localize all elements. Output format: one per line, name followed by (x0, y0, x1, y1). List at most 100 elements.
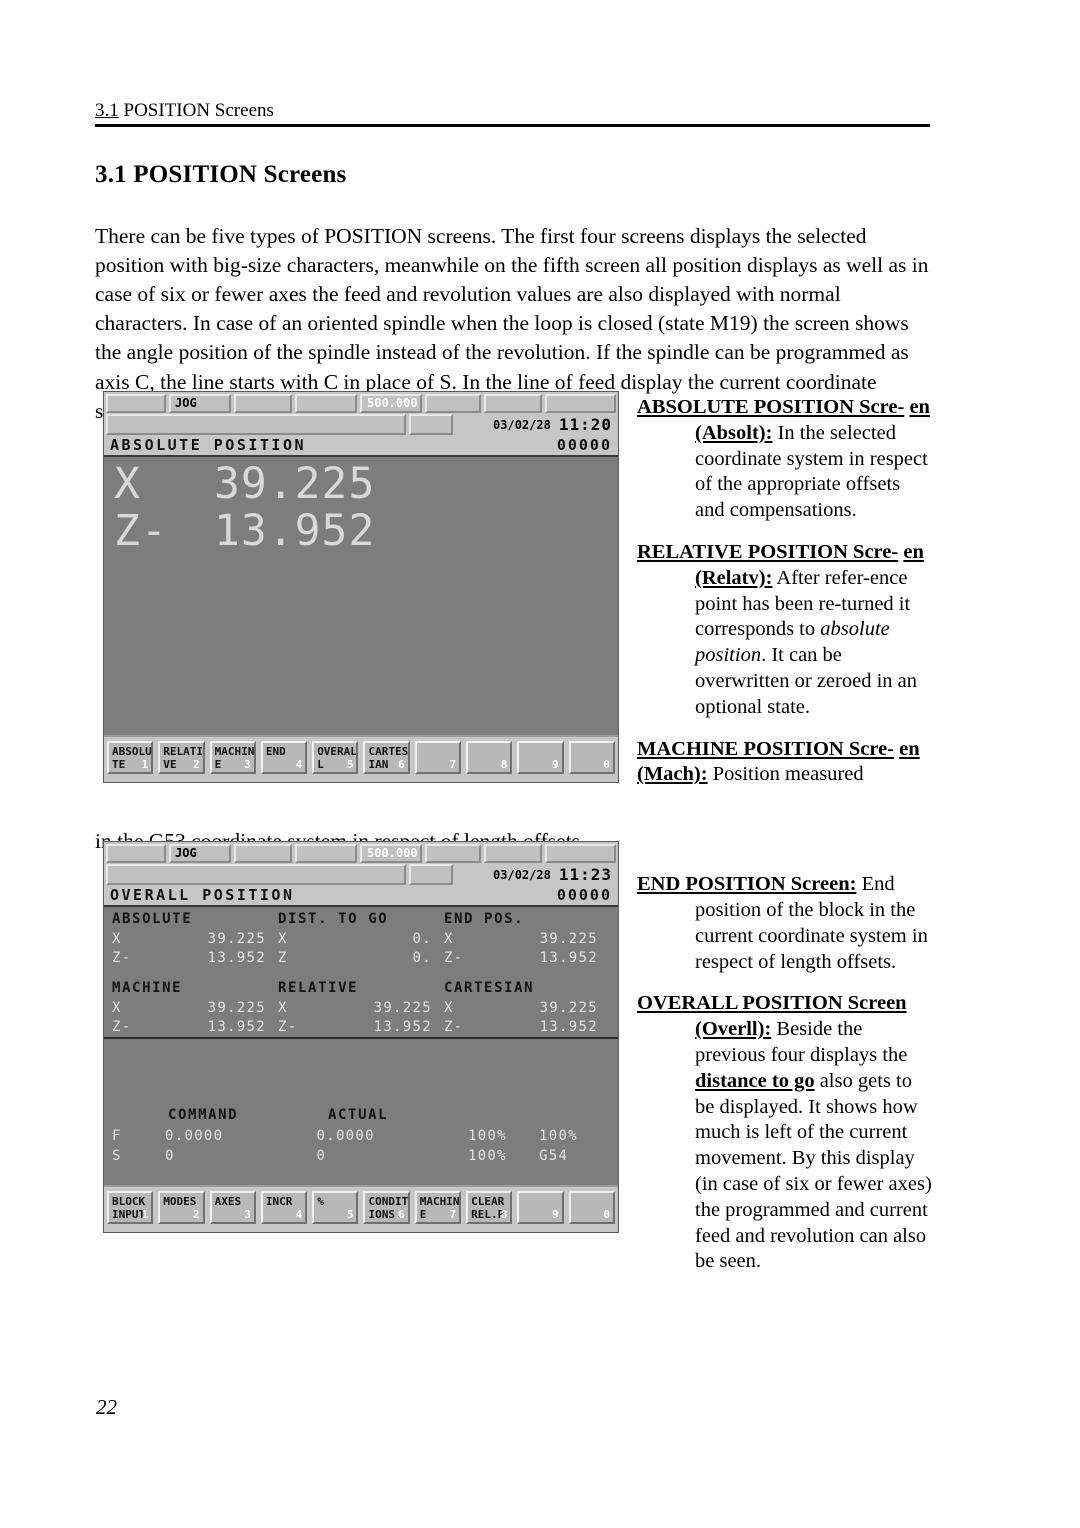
message-small-field (409, 414, 453, 435)
page-title: 3.1 POSITION Screens (95, 160, 347, 188)
softkey-label: CLEAR REL.P (471, 1195, 505, 1221)
softkey-label: BLOCK INPUT (112, 1195, 146, 1221)
coordinate-system-code: G54 (538, 1148, 569, 1164)
softkey-8[interactable]: 8 (466, 741, 513, 774)
axis-value: 39.225 (539, 1000, 598, 1016)
note-heading: ABSOLUTE POSITION Scre- (637, 396, 905, 418)
softkey-absolute[interactable]: ABSOLU TE 1 (107, 741, 154, 774)
softkey-number: 3 (244, 1208, 251, 1221)
softkey-clear-rel-p[interactable]: CLEAR REL.P 8 (466, 1191, 513, 1224)
softkey-bar: BLOCK INPUT 1 MODES 2 AXES 3 INCR 4 % 5 CONDI… (104, 1185, 618, 1227)
softkey-axes[interactable]: AXES 3 (209, 1191, 256, 1224)
axis-value: 0. (412, 931, 432, 947)
spindle-override: 100% (467, 1148, 507, 1164)
softkey-overall[interactable]: OVERAL L5 (312, 741, 359, 774)
position-display-area: ABSOLUTE X 39.225 Z- 13.952 DIST. TO GO X0… (104, 907, 618, 1185)
note-heading-cont: (Overll): (695, 1018, 772, 1041)
feed-block-header: COMMAND ACTUAL (112, 1107, 610, 1123)
softkey-number: 1 (141, 1208, 149, 1221)
screen-title: OVERALL POSITION (110, 886, 295, 904)
datetime-display: 03/02/28 11:20 (456, 414, 616, 435)
axis-label: X (114, 459, 141, 509)
position-group-machine: MACHINE X 39.225 Z- 13.952 (112, 980, 278, 1037)
softkey-label: END (265, 745, 286, 758)
softkey-percent[interactable]: % 5 (312, 1191, 359, 1224)
softkey-number: 8 (500, 1208, 508, 1221)
softkey-9[interactable]: 9 (517, 1191, 564, 1224)
axis-label: X (277, 931, 288, 947)
group-title: MACHINE (112, 980, 183, 996)
softkey-relative[interactable]: RELATI VE 2 (158, 741, 205, 774)
group-row: X 39.225 (112, 930, 278, 949)
feed-header-spacer (112, 1107, 168, 1123)
softkey-0[interactable]: 0 (568, 741, 615, 774)
status-cell-3 (234, 394, 292, 413)
note-end-position: END POSITION Screen: End position of the… (637, 872, 932, 975)
group-row: X 39.225 (444, 930, 610, 949)
group-title: DIST. TO GO (277, 911, 389, 927)
status-cell-mode: JOG (169, 844, 231, 863)
axis-value: 13.952 (214, 506, 376, 556)
group-title: ABSOLUTE (112, 911, 193, 927)
softkey-incr[interactable]: INCR 4 (260, 1191, 308, 1224)
softkey-7[interactable]: 7 (414, 741, 462, 774)
running-head: 3.1 POSITION Screens (95, 100, 930, 122)
status-cell-7 (484, 394, 542, 413)
softkey-number: 2 (192, 758, 200, 771)
side-notes-column: ABSOLUTE POSITION Scre- en (Absolt): In … (637, 395, 932, 1291)
spindle-actual-value: 0 (316, 1148, 327, 1164)
status-bar: JOG 500.000 (104, 392, 618, 413)
group-row: X 39.225 (444, 999, 610, 1018)
note-heading: END POSITION Screen: (637, 873, 857, 896)
softkey-number: 8 (500, 758, 508, 771)
position-group-relative: RELATIVE X 39.225 Z- 13.952 (278, 980, 444, 1037)
softkey-machine[interactable]: MACHIN E3 (209, 741, 256, 774)
group-title: CARTESIAN (443, 980, 535, 996)
program-number: 00000 (556, 436, 612, 454)
status-bar: JOG 500.000 (104, 842, 618, 863)
softkey-9[interactable]: 9 (517, 741, 564, 774)
status-cell-6 (425, 844, 481, 863)
position-display-area: X 39.225 Z- 13.952 (104, 457, 618, 735)
softkey-0[interactable]: 0 (568, 1191, 615, 1224)
axis-label: Z- (114, 506, 168, 556)
spindle-command-value: 0 (165, 1148, 175, 1164)
note-body: RELATIVE POSITION Scre- en (Relatv): Aft… (637, 540, 932, 721)
header-divider (95, 124, 930, 127)
axis-label: Z- (443, 1019, 464, 1035)
axis-value: 39.225 (214, 459, 376, 509)
axis-label: X (112, 931, 122, 947)
softkey-machine[interactable]: MACHIN E7 (414, 1191, 462, 1224)
axis-label: X (277, 1000, 288, 1016)
status-cell-8 (545, 844, 616, 863)
feed-spindle-block: COMMAND ACTUAL F 0.0000 0.0000 100% 100%… (104, 1107, 618, 1166)
axis-value: 13.952 (373, 1019, 432, 1035)
message-field (106, 864, 406, 885)
note-body: OVERALL POSITION Screen (Overll): Beside… (637, 991, 932, 1275)
axis-label: Z- (277, 1019, 298, 1035)
time-text: 11:20 (558, 415, 612, 434)
axis-label: Z- (112, 950, 132, 966)
softkey-label: AXES (214, 1195, 242, 1208)
softkey-cartesian[interactable]: CARTES IAN 6 (363, 741, 410, 774)
status-cell-7 (484, 844, 542, 863)
softkey-number: 7 (449, 1208, 457, 1221)
status-cell-8 (545, 394, 616, 413)
screen-title: ABSOLUTE POSITION (110, 436, 307, 454)
softkey-conditions[interactable]: CONDIT IONS 6 (363, 1191, 410, 1224)
note-heading: RELATIVE POSITION Scre- (637, 540, 899, 563)
softkey-number: 4 (295, 1208, 303, 1221)
position-row: Z- 13.952 (114, 510, 608, 553)
softkey-end[interactable]: END 4 (260, 741, 308, 774)
note-machine-position: MACHINE POSITION Scre- en (Mach): Positi… (637, 737, 932, 789)
axis-value: 39.225 (539, 931, 598, 947)
softkey-label: MODES (163, 1195, 197, 1208)
position-group-row-1: ABSOLUTE X 39.225 Z- 13.952 DIST. TO GO X0… (112, 911, 610, 968)
note-text-bold: distance to go (695, 1069, 815, 1092)
axis-value: 13.952 (539, 1019, 598, 1035)
note-heading: OVERALL POSITION Screen (637, 992, 907, 1015)
axis-label: X (112, 1000, 122, 1016)
status-cell-4 (295, 844, 357, 863)
softkey-block-input[interactable]: BLOCK INPUT 1 (107, 1191, 154, 1224)
softkey-modes[interactable]: MODES 2 (158, 1191, 205, 1224)
